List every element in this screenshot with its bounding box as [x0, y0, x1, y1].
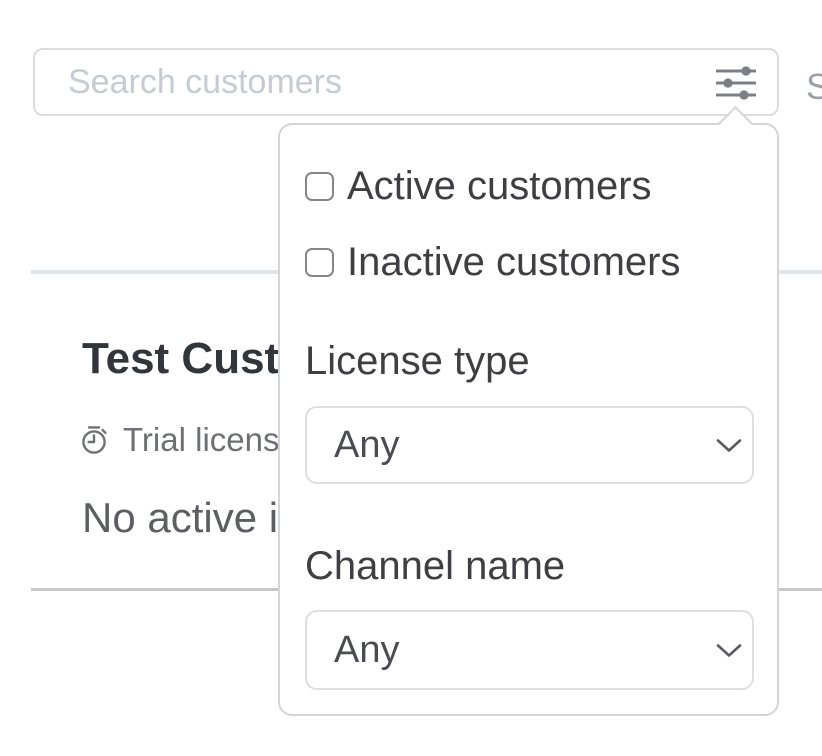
license-text: Trial licens — [123, 421, 279, 459]
license-type-value: Any — [334, 424, 399, 467]
license-type-select[interactable]: Any — [305, 406, 754, 484]
inactive-customers-checkbox[interactable] — [305, 248, 334, 277]
active-customers-checkbox[interactable] — [305, 172, 334, 201]
channel-name-select[interactable]: Any — [305, 610, 754, 690]
license-type-label: License type — [305, 337, 750, 385]
filter-panel: Active customers Inactive customers Lice… — [278, 123, 779, 716]
chevron-down-icon — [716, 643, 742, 658]
checkbox-label: Inactive customers — [347, 240, 680, 285]
customers-screen: S Test Cust Trial licens No active in — [0, 0, 822, 756]
channel-name-value: Any — [334, 629, 399, 672]
filter-button[interactable] — [709, 61, 763, 105]
sort-label-partial: S — [806, 66, 822, 108]
channel-name-label: Channel name — [305, 542, 750, 590]
license-row: Trial licens — [79, 421, 279, 459]
customer-name: Test Cust — [82, 334, 279, 384]
search-input[interactable] — [35, 50, 695, 114]
sliders-icon — [716, 66, 756, 100]
checkbox-label: Active customers — [347, 164, 652, 209]
active-customers-option[interactable]: Active customers — [305, 162, 750, 210]
chevron-down-icon — [716, 438, 742, 453]
customer-status: No active in — [82, 494, 301, 542]
timer-icon — [79, 424, 111, 456]
inactive-customers-option[interactable]: Inactive customers — [305, 238, 750, 286]
search-bar — [33, 48, 779, 116]
